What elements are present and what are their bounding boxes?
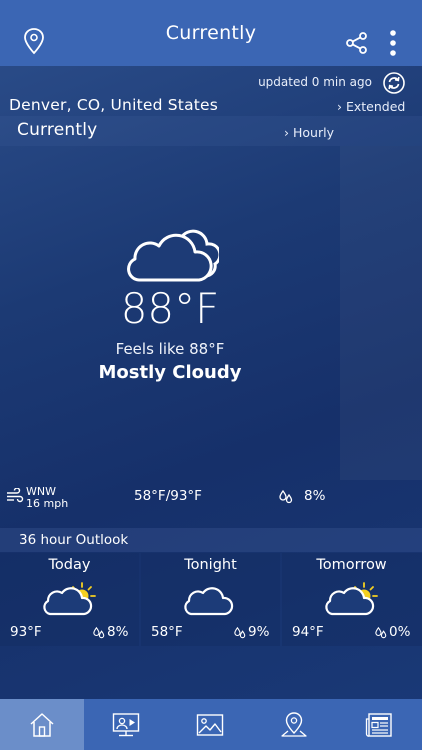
raindrops-icon — [279, 489, 293, 504]
map-icon — [281, 711, 307, 737]
current-temperature: 88°F — [120, 284, 220, 333]
side-panel — [340, 146, 422, 480]
nav-photos[interactable] — [168, 699, 252, 750]
card-temp: 58°F — [151, 624, 183, 640]
hourly-link[interactable]: › Hourly — [284, 125, 334, 140]
home-icon — [30, 712, 54, 737]
outlook-title: 36 hour Outlook — [19, 532, 129, 548]
card-temp: 94°F — [292, 624, 324, 640]
share-icon[interactable] — [345, 31, 369, 55]
updated-status: updated 0 min ago — [258, 75, 372, 89]
partly-sunny-icon — [325, 582, 378, 616]
news-icon — [365, 712, 392, 737]
feels-like: Feels like 88°F — [115, 340, 225, 358]
card-precip: 9% — [248, 624, 270, 640]
currently-heading: Currently — [17, 120, 98, 140]
outlook-card-today[interactable]: Today 93°F 8% — [0, 553, 139, 646]
outlook-card-tomorrow[interactable]: Tomorrow 94°F 0% — [282, 553, 422, 646]
partly-sunny-icon — [43, 582, 96, 616]
more-vertical-icon[interactable] — [385, 29, 401, 57]
high-low-temps: 58°F/93°F — [134, 488, 202, 504]
partly-cloudy-night-icon — [184, 583, 237, 616]
extended-label: Extended — [345, 99, 406, 114]
location-pin-icon[interactable] — [22, 27, 46, 55]
nav-home[interactable] — [0, 699, 84, 750]
raindrops-icon — [375, 626, 387, 639]
cloud-icon — [127, 229, 219, 282]
condition-text: Mostly Cloudy — [98, 362, 242, 383]
video-icon — [112, 712, 140, 736]
raindrops-icon — [93, 626, 105, 639]
card-temp: 93°F — [10, 624, 42, 640]
nav-map[interactable] — [252, 699, 336, 750]
nav-video[interactable] — [84, 699, 168, 750]
extended-link[interactable]: › Extended — [337, 99, 405, 114]
wind-icon — [7, 488, 24, 503]
outlook-card-tonight[interactable]: Tonight 58°F 9% — [141, 553, 280, 646]
card-title: Today — [48, 557, 91, 573]
top-bar: Currently — [0, 0, 422, 66]
raindrops-icon — [234, 626, 246, 639]
page-title: Currently — [165, 22, 257, 44]
card-precip: 0% — [389, 624, 411, 640]
card-precip: 8% — [107, 624, 129, 640]
hourly-label: Hourly — [292, 125, 334, 140]
location-name: Denver, CO, United States — [9, 96, 219, 114]
nav-news[interactable] — [336, 699, 422, 750]
refresh-icon[interactable] — [383, 72, 405, 94]
card-title: Tomorrow — [316, 557, 387, 573]
wind-speed: 16 mph — [26, 497, 69, 510]
card-title: Tonight — [184, 557, 237, 573]
precip-chance: 8% — [304, 488, 326, 504]
photos-icon — [196, 713, 224, 736]
bottom-nav — [0, 699, 422, 750]
